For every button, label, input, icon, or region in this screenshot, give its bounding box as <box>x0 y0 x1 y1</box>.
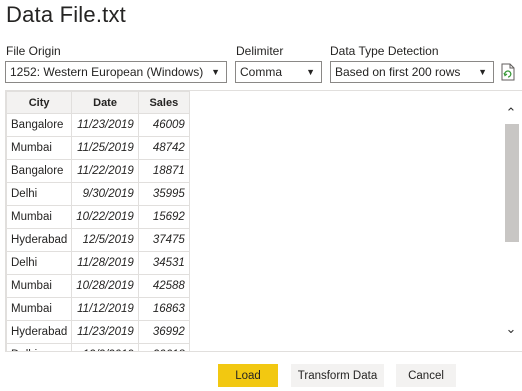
file-origin-value: 1252: Western European (Windows) <box>10 65 204 79</box>
cell-city: Delhi <box>6 343 73 351</box>
column-header-sales: Sales <box>137 91 190 114</box>
cell-city: Bangalore <box>6 159 73 183</box>
chevron-up-icon[interactable]: ⌃ <box>502 106 520 120</box>
cell-date: 11/28/2019 <box>71 251 139 275</box>
cell-city: Mumbai <box>6 274 73 298</box>
cell-city: Bangalore <box>6 113 73 137</box>
data-preview-grid[interactable]: City Date Sales Bangalore 11/23/2019 46009… <box>5 90 522 352</box>
table-row: Mumbai 10/28/2019 42588 <box>6 274 190 298</box>
detection-dropdown[interactable]: Based on first 200 rows ▼ <box>330 61 494 83</box>
cell-sales: 35995 <box>137 182 190 206</box>
table-row: Mumbai 10/22/2019 15692 <box>6 205 190 229</box>
chevron-down-icon: ▼ <box>306 67 315 77</box>
cell-date: 11/23/2019 <box>71 320 139 344</box>
scrollbar-thumb[interactable] <box>505 124 519 242</box>
cell-sales: 15692 <box>137 205 190 229</box>
dialog-title: Data File.txt <box>6 2 126 27</box>
preview-table: City Date Sales Bangalore 11/23/2019 46009… <box>6 91 190 351</box>
column-header-date: Date <box>71 91 139 114</box>
cell-date: 10/22/2019 <box>71 205 139 229</box>
cell-city: Delhi <box>6 251 73 275</box>
cancel-button[interactable]: Cancel <box>396 364 456 387</box>
table-row: Mumbai 11/12/2019 16863 <box>6 297 190 321</box>
cell-sales: 46009 <box>137 113 190 137</box>
cell-sales: 48742 <box>137 136 190 160</box>
refresh-file-icon[interactable] <box>500 63 516 81</box>
table-row: Hyderabad 12/5/2019 37475 <box>6 228 190 252</box>
cell-city: Mumbai <box>6 205 73 229</box>
cell-date: 11/25/2019 <box>71 136 139 160</box>
cell-date: 9/30/2019 <box>71 182 139 206</box>
cell-date: 11/23/2019 <box>71 113 139 137</box>
detection-label: Data Type Detection <box>330 44 439 58</box>
cell-city: Hyderabad <box>6 320 73 344</box>
chevron-down-icon: ▼ <box>211 67 220 77</box>
table-row: Delhi12/2/201920618 <box>6 343 190 351</box>
cell-sales: 20618 <box>137 343 190 351</box>
detection-value: Based on first 200 rows <box>335 65 461 79</box>
cell-sales: 18871 <box>137 159 190 183</box>
cell-date: 11/22/2019 <box>71 159 139 183</box>
table-row: Bangalore 11/23/2019 46009 <box>6 113 190 137</box>
chevron-down-icon[interactable]: ⌄ <box>502 322 520 336</box>
table-row: Delhi 11/28/2019 34531 <box>6 251 190 275</box>
file-origin-dropdown[interactable]: 1252: Western European (Windows) ▼ <box>5 61 227 83</box>
delimiter-value: Comma <box>240 65 283 79</box>
table-row: Hyderabad 11/23/2019 36992 <box>6 320 190 344</box>
cell-city: Mumbai <box>6 297 73 321</box>
cell-sales: 16863 <box>137 297 190 321</box>
cell-sales: 42588 <box>137 274 190 298</box>
table-header-row: City Date Sales <box>6 91 190 114</box>
vertical-scrollbar[interactable]: ⌃ ⌄ <box>502 104 520 344</box>
cell-date: 12/5/2019 <box>71 228 139 252</box>
cell-city: Delhi <box>6 182 73 206</box>
cell-sales: 36992 <box>137 320 190 344</box>
cell-sales: 34531 <box>137 251 190 275</box>
cell-date: 11/12/2019 <box>71 297 139 321</box>
delimiter-label: Delimiter <box>236 44 284 58</box>
cell-sales: 37475 <box>137 228 190 252</box>
column-header-city: City <box>6 91 73 114</box>
transform-data-button[interactable]: Transform Data <box>291 364 384 387</box>
chevron-down-icon: ▼ <box>478 67 487 77</box>
table-row: Delhi 9/30/2019 35995 <box>6 182 190 206</box>
delimiter-dropdown[interactable]: Comma ▼ <box>235 61 322 83</box>
table-row: Bangalore 11/22/2019 18871 <box>6 159 190 183</box>
cell-city: Mumbai <box>6 136 73 160</box>
file-origin-label: File Origin <box>6 44 61 58</box>
cell-city: Hyderabad <box>6 228 73 252</box>
cell-date: 10/28/2019 <box>71 274 139 298</box>
load-button[interactable]: Load <box>218 364 278 387</box>
table-row: Mumbai 11/25/2019 48742 <box>6 136 190 160</box>
cell-date: 12/2/2019 <box>71 343 139 351</box>
